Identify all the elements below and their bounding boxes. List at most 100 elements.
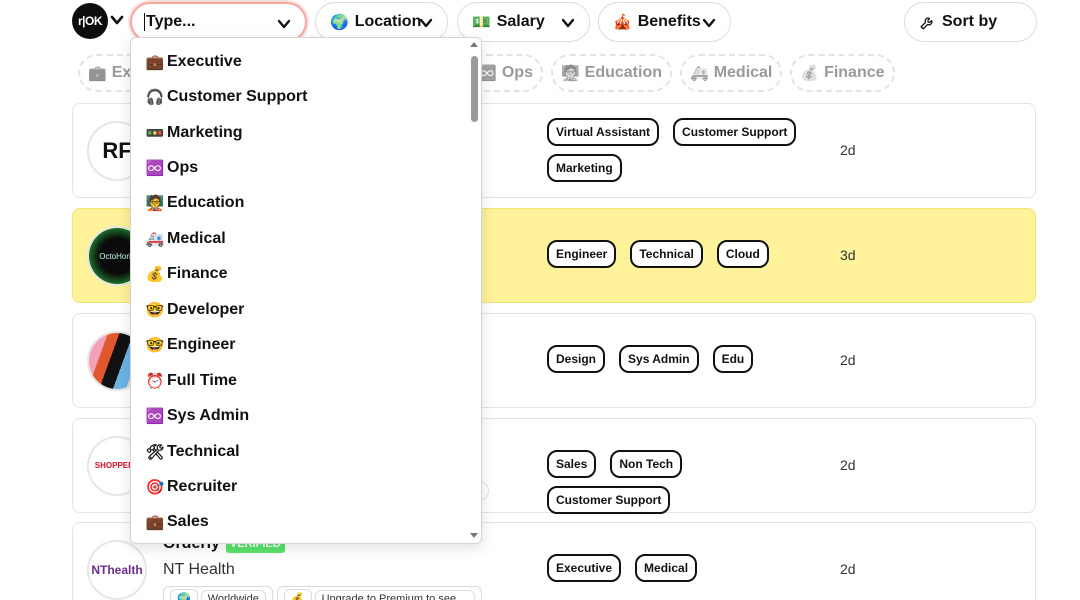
type-filter-input[interactable]: Type... <box>130 2 307 42</box>
job-tag[interactable]: Customer Support <box>547 486 671 514</box>
option-label: Sales <box>167 513 209 531</box>
job-tag[interactable]: Virtual Assistant <box>547 118 660 146</box>
option-technical[interactable]: 🛠 Technical <box>131 434 467 469</box>
company-logo: NThealth <box>91 563 143 577</box>
benefits-filter-button[interactable]: 🎪 Benefits <box>598 2 731 42</box>
job-tag[interactable]: Marketing <box>547 154 622 182</box>
chip-medical[interactable]: 🚑 Medical <box>680 54 783 92</box>
teacher-icon: 🧑‍🏫 <box>145 195 165 213</box>
salary-filter-label: Salary <box>496 13 545 30</box>
sort-by-button[interactable]: Sort by <box>904 2 1037 42</box>
location-filter-label: Location <box>354 13 422 30</box>
option-sys-admin[interactable]: ♾️ Sys Admin <box>131 398 467 433</box>
scroll-up-arrow-icon[interactable] <box>470 42 478 47</box>
option-medical[interactable]: 🚑 Medical <box>131 221 467 256</box>
alarm-clock-icon: ⏰ <box>145 372 165 390</box>
option-label: Customer Support <box>167 88 308 106</box>
money-bag-icon: 💰 <box>283 589 312 600</box>
option-label: Engineer <box>167 336 236 354</box>
option-label: Full Time <box>167 371 237 389</box>
option-label: Finance <box>167 265 228 283</box>
chevron-down-icon <box>277 19 291 29</box>
money-bag-icon: 💰 <box>145 266 165 284</box>
infinity-icon: ♾️ <box>145 408 165 426</box>
chevron-down-icon[interactable] <box>110 13 124 27</box>
avatar-initials: RF <box>102 138 132 163</box>
target-icon: 🎯 <box>145 478 165 496</box>
chevron-down-icon <box>561 18 575 28</box>
type-option-list: 💼 Executive 🎧 Customer Support 🚥 Marketing … <box>131 44 467 540</box>
option-customer-support[interactable]: 🎧 Customer Support <box>131 79 467 114</box>
circus-tent-icon: 🎪 <box>613 14 632 31</box>
dropdown-scrollbar[interactable] <box>467 38 481 543</box>
globe-icon: 🌍 <box>330 14 349 31</box>
job-tag[interactable]: Medical <box>635 554 698 582</box>
job-age: 2d <box>840 457 856 473</box>
chip-label: Finance <box>824 64 885 81</box>
option-label: Technical <box>167 442 240 460</box>
briefcase-icon: 💼 <box>88 65 107 82</box>
type-dropdown-menu: 💼 Executive 🎧 Customer Support 🚥 Marketing … <box>130 37 482 544</box>
option-education[interactable]: 🧑‍🏫 Education <box>131 186 467 221</box>
teacher-icon: 🧑‍🏫 <box>560 65 580 82</box>
option-full-time[interactable]: ⏰ Full Time <box>131 363 467 398</box>
job-tag[interactable]: Sys Admin <box>619 345 699 373</box>
briefcase-icon: 💼 <box>145 53 165 71</box>
option-label: Recruiter <box>167 477 238 495</box>
option-recruiter[interactable]: 🎯 Recruiter <box>131 469 467 504</box>
chip-finance[interactable]: 💰 Finance <box>790 54 895 92</box>
option-label: Education <box>167 194 245 212</box>
chevron-down-icon <box>702 18 716 28</box>
job-tag[interactable]: Cloud <box>716 240 769 268</box>
option-label: Marketing <box>167 123 243 141</box>
nerd-face-icon: 🤓 <box>145 301 165 319</box>
job-age: 2d <box>840 142 856 158</box>
job-tag[interactable]: Engineer <box>547 240 617 268</box>
meta-text: Worldwide <box>200 589 266 600</box>
option-finance[interactable]: 💰 Finance <box>131 257 467 292</box>
option-label: Developer <box>167 300 245 318</box>
salary-meta[interactable]: 💰 Upgrade to Premium to see ... <box>276 586 483 600</box>
job-age: 3d <box>840 247 856 263</box>
job-meta: 🌍 Worldwide 💰 Upgrade to Premium to see ..… <box>163 586 483 600</box>
site-logo[interactable]: r|OK <box>72 3 108 39</box>
job-tag[interactable]: Non Tech <box>610 450 683 478</box>
option-label: Executive <box>167 52 242 70</box>
globe-icon: 🌍 <box>170 589 198 600</box>
job-tag[interactable]: Technical <box>630 240 703 268</box>
option-engineer[interactable]: 🤓 Engineer <box>131 328 467 363</box>
type-filter-value: Type... <box>144 13 196 31</box>
option-developer[interactable]: 🤓 Developer <box>131 292 467 327</box>
company-name: NT Health <box>163 561 235 578</box>
ambulance-icon: 🚑 <box>690 65 709 82</box>
money-bag-icon: 💰 <box>800 65 820 82</box>
company-avatar: NThealth <box>87 540 147 600</box>
chip-education[interactable]: 🧑‍🏫 Education <box>550 54 672 92</box>
meta-text: Upgrade to Premium to see ... <box>314 589 476 600</box>
job-tag[interactable]: Design <box>547 345 606 373</box>
job-tag[interactable]: Customer Support <box>673 118 797 146</box>
location-meta: 🌍 Worldwide <box>163 586 273 600</box>
chevron-down-icon <box>419 18 433 28</box>
scroll-down-arrow-icon[interactable] <box>470 533 478 538</box>
chip-label: Education <box>584 64 662 81</box>
money-icon: 💵 <box>472 14 491 31</box>
scrollbar-thumb[interactable] <box>471 56 478 122</box>
option-sales[interactable]: 💼 Sales <box>131 505 467 540</box>
tools-icon: 🛠 <box>145 443 165 461</box>
salary-filter-button[interactable]: 💵 Salary <box>457 2 590 42</box>
location-filter-button[interactable]: 🌍 Location <box>315 2 448 42</box>
job-tag[interactable]: Sales <box>547 450 597 478</box>
chip-label: Ops <box>501 64 533 81</box>
job-tag[interactable]: Executive <box>547 554 622 582</box>
option-ops[interactable]: ♾️ Ops <box>131 150 467 185</box>
nerd-face-icon: 🤓 <box>145 337 165 355</box>
ambulance-icon: 🚑 <box>145 230 165 248</box>
infinity-icon: ♾️ <box>145 160 165 178</box>
option-label: Medical <box>167 229 226 247</box>
job-tag[interactable]: Edu <box>712 345 754 373</box>
job-age: 2d <box>840 561 856 577</box>
option-marketing[interactable]: 🚥 Marketing <box>131 115 467 150</box>
option-label: Sys Admin <box>167 407 250 425</box>
option-executive[interactable]: 💼 Executive <box>131 44 467 79</box>
